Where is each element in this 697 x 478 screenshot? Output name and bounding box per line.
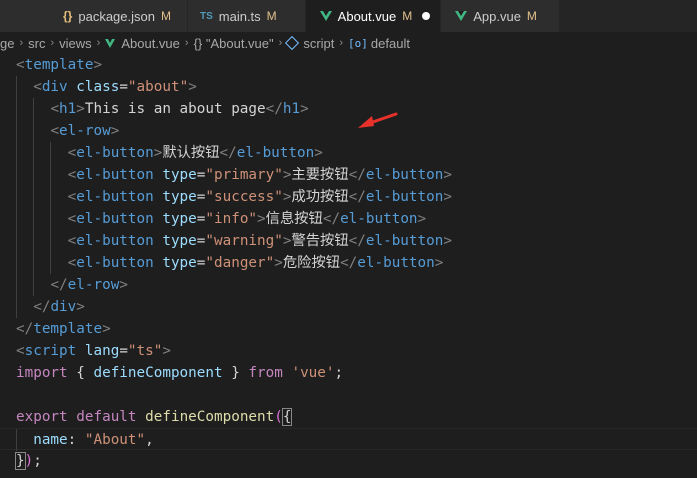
breadcrumb-label: script [303,35,335,51]
modified-badge: M [402,9,413,23]
breadcrumb-item[interactable]: ge [0,36,14,51]
code-line[interactable]: <el-button>默认按钮</el-button> [0,142,697,164]
breadcrumb-item-script[interactable]: script [285,35,335,51]
symbol-module-icon [285,35,300,51]
code-text: </template> [16,321,111,337]
code-line[interactable] [0,384,697,406]
unsaved-dot-icon[interactable] [422,12,431,20]
tab-label: main.ts [218,8,261,24]
code-text: </el-row> [50,277,128,293]
breadcrumb-label: default [370,35,410,51]
code-text: name: "About", [33,432,154,448]
code-text: <el-button type="primary">主要按钮</el-butto… [67,167,452,183]
editor-tab-bar: 使用 {} package.json M TS main.ts M About.… [0,0,697,32]
code-line[interactable]: }); [0,450,697,472]
code-line[interactable]: <el-row> [0,120,697,142]
code-line[interactable]: <el-button type="warning">警告按钮</el-butto… [0,230,697,252]
breadcrumb: ge › src › views › About.vue › {} "About… [0,32,697,54]
breadcrumb-label: About.vue [121,35,180,51]
code-text: <h1>This is an about page</h1> [50,101,309,117]
code-line[interactable]: <el-button type="danger">危险按钮</el-button… [0,252,697,274]
code-text: <el-button type="success">成功按钮</el-butto… [67,189,452,205]
code-line[interactable]: <script lang="ts"> [0,340,697,362]
code-text: </div> [33,299,85,315]
typescript-icon: TS [199,10,213,22]
code-text: <el-button>默认按钮</el-button> [67,145,323,161]
code-editor[interactable]: <template> <div class="about"> <h1>This … [0,54,697,478]
code-text: import { defineComponent } from 'vue'; [16,365,344,381]
vue-icon [105,38,116,48]
code-line[interactable]: <h1>This is an about page</h1> [0,98,697,120]
code-text: <el-button type="info">信息按钮</el-button> [67,211,427,227]
code-text: <template> [16,57,103,73]
tab-package-json[interactable]: {} package.json M [0,0,188,32]
code-line[interactable]: <div class="about"> [0,76,697,98]
breadcrumb-item[interactable]: views [59,36,92,51]
code-text: <el-button type="warning">警告按钮</el-butto… [67,233,452,249]
red-arrow-icon [358,112,398,128]
chevron-right-icon: › [50,37,55,49]
breadcrumb-item-file[interactable]: About.vue [105,36,180,51]
code-line[interactable]: </el-row> [0,274,697,296]
tab-label: App.vue [473,8,521,24]
chevron-right-icon: › [96,37,101,49]
code-line[interactable]: import { defineComponent } from 'vue'; [0,362,697,384]
code-line[interactable]: name: "About", [0,428,697,451]
breadcrumb-item-default[interactable]: [o] default [348,36,410,51]
tab-main-ts[interactable]: TS main.ts M [187,0,306,32]
code-line[interactable]: export default defineComponent({ [0,406,697,428]
modified-badge: M [160,9,171,23]
symbol-namespace-icon: [o] [348,36,368,50]
code-line[interactable]: </div> [0,296,697,318]
json-braces-icon: {} [63,9,73,23]
breadcrumb-item[interactable]: src [28,36,45,51]
modified-badge: M [526,9,537,23]
chevron-right-icon: › [19,37,24,49]
code-line[interactable]: <el-button type="info">信息按钮</el-button> [0,208,697,230]
code-line[interactable]: <el-button type="primary">主要按钮</el-butto… [0,164,697,186]
tab-label: About.vue [337,8,397,24]
tab-app-vue[interactable]: App.vue M [441,0,560,32]
chevron-right-icon: › [184,37,189,49]
tab-about-vue[interactable]: About.vue M [305,0,442,32]
code-line[interactable]: </template> [0,318,697,340]
vue-icon [319,11,332,21]
code-line[interactable]: <template> [0,54,697,76]
vue-icon [455,11,468,21]
code-text: <script lang="ts"> [16,343,171,359]
code-line[interactable]: <el-button type="success">成功按钮</el-butto… [0,186,697,208]
chevron-right-icon: › [339,37,344,49]
code-text: }); [15,452,42,470]
code-text: <div class="about"> [33,79,197,95]
modified-badge: M [266,9,277,23]
chevron-right-icon: › [278,37,283,49]
code-text: <el-row> [50,123,120,139]
tab-label: package.json [78,8,155,24]
code-text: <el-button type="danger">危险按钮</el-button… [67,255,444,271]
breadcrumb-item-module[interactable]: {} "About.vue" [194,36,274,51]
code-text: export default defineComponent({ [16,408,293,426]
